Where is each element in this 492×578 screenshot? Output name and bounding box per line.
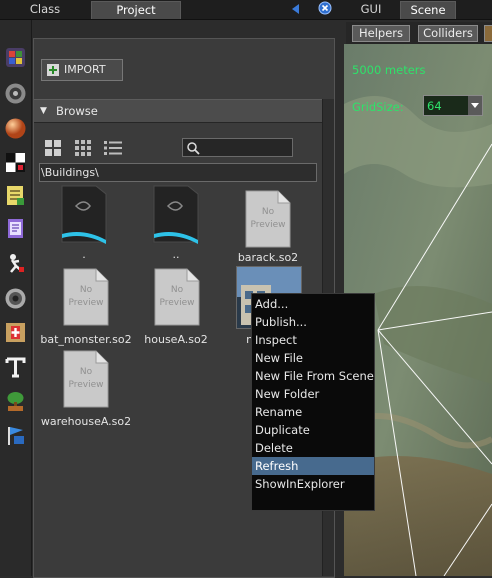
svg-text:Preview: Preview bbox=[68, 380, 103, 390]
folder-icon[interactable] bbox=[150, 184, 202, 255]
menu-item-new-folder[interactable]: New Folder bbox=[252, 385, 374, 403]
file-label: .. bbox=[172, 248, 180, 261]
folder-icon[interactable] bbox=[58, 184, 110, 255]
menu-item-add[interactable]: Add... bbox=[252, 295, 374, 313]
gridsize-value: 64 bbox=[427, 99, 442, 113]
menu-item-refresh[interactable]: Refresh bbox=[252, 457, 374, 475]
gridsize-label: GridSize: bbox=[352, 100, 404, 114]
svg-text:Preview: Preview bbox=[250, 220, 285, 230]
menu-item-delete[interactable]: Delete bbox=[252, 439, 374, 457]
menu-item-show-in-explorer[interactable]: ShowInExplorer bbox=[252, 475, 374, 493]
menu-item-publish[interactable]: Publish... bbox=[252, 313, 374, 331]
menu-item-inspect[interactable]: Inspect bbox=[252, 331, 374, 349]
gridsize-select[interactable]: 64 bbox=[423, 95, 483, 116]
path-breadcrumb[interactable]: \Buildings\ bbox=[39, 163, 317, 182]
file-label: bat_monster.so2 bbox=[40, 333, 132, 346]
svg-text:No: No bbox=[171, 285, 184, 295]
menu-item-new-file[interactable]: New File bbox=[252, 349, 374, 367]
file-label: houseA.so2 bbox=[144, 333, 208, 346]
large-grid-view-icon[interactable] bbox=[44, 139, 62, 160]
file-label: barack.so2 bbox=[237, 251, 299, 264]
helpers-button[interactable]: Helpers bbox=[352, 25, 410, 42]
colliders-button[interactable]: Colliders bbox=[418, 25, 478, 42]
checker-icon[interactable] bbox=[4, 151, 27, 174]
menu-item-duplicate[interactable]: Duplicate bbox=[252, 421, 374, 439]
search-icon bbox=[186, 141, 200, 158]
import-icon bbox=[46, 63, 60, 84]
overflow-button[interactable] bbox=[484, 25, 492, 42]
collapse-left-icon[interactable] bbox=[290, 3, 302, 18]
cube-icon[interactable] bbox=[4, 46, 27, 69]
svg-text:No: No bbox=[80, 285, 93, 295]
text-icon[interactable] bbox=[4, 356, 27, 379]
no-preview-icon[interactable]: No Preview bbox=[154, 268, 200, 326]
no-preview-icon[interactable]: No Preview bbox=[63, 350, 109, 408]
wheel-icon[interactable] bbox=[4, 82, 27, 105]
browse-header[interactable]: ▼ Browse bbox=[34, 99, 322, 123]
list-view-icon[interactable] bbox=[103, 139, 123, 160]
file-label: . bbox=[82, 248, 86, 261]
import-button[interactable]: IMPORT bbox=[41, 59, 123, 81]
sphere-icon[interactable] bbox=[4, 117, 27, 140]
menu-item-new-file-from-scene[interactable]: New File From Scene bbox=[252, 367, 374, 385]
small-grid-view-icon[interactable] bbox=[74, 139, 92, 160]
chevron-down-icon: ▼ bbox=[40, 106, 47, 116]
tab-scene[interactable]: Scene bbox=[400, 1, 456, 19]
svg-text:No: No bbox=[80, 367, 93, 377]
svg-text:Preview: Preview bbox=[68, 298, 103, 308]
no-preview-icon[interactable]: No Preview bbox=[245, 190, 291, 248]
tab-gui[interactable]: GUI bbox=[346, 1, 396, 18]
tree-icon[interactable] bbox=[4, 390, 27, 413]
close-icon[interactable] bbox=[318, 1, 332, 18]
distance-readout: 5000 meters bbox=[352, 63, 426, 77]
script-note-icon[interactable] bbox=[4, 184, 27, 207]
character-icon[interactable] bbox=[4, 252, 27, 275]
file-label: warehouseA.so2 bbox=[40, 415, 132, 428]
add-object-icon[interactable] bbox=[4, 321, 27, 344]
flag-icon[interactable] bbox=[4, 424, 27, 447]
chevron-down-icon[interactable] bbox=[468, 96, 482, 115]
no-preview-icon[interactable]: No Preview bbox=[63, 268, 109, 326]
menu-item-rename[interactable]: Rename bbox=[252, 403, 374, 421]
tab-project[interactable]: Project bbox=[91, 1, 181, 19]
context-menu: Add... Publish... Inspect New File New F… bbox=[251, 293, 375, 511]
svg-text:Preview: Preview bbox=[159, 298, 194, 308]
browse-label: Browse bbox=[56, 104, 98, 118]
tab-class[interactable]: Class bbox=[2, 1, 88, 18]
svg-text:No: No bbox=[262, 207, 275, 217]
document-icon[interactable] bbox=[4, 217, 27, 240]
speaker-icon[interactable] bbox=[4, 287, 27, 310]
import-label: IMPORT bbox=[64, 63, 106, 76]
